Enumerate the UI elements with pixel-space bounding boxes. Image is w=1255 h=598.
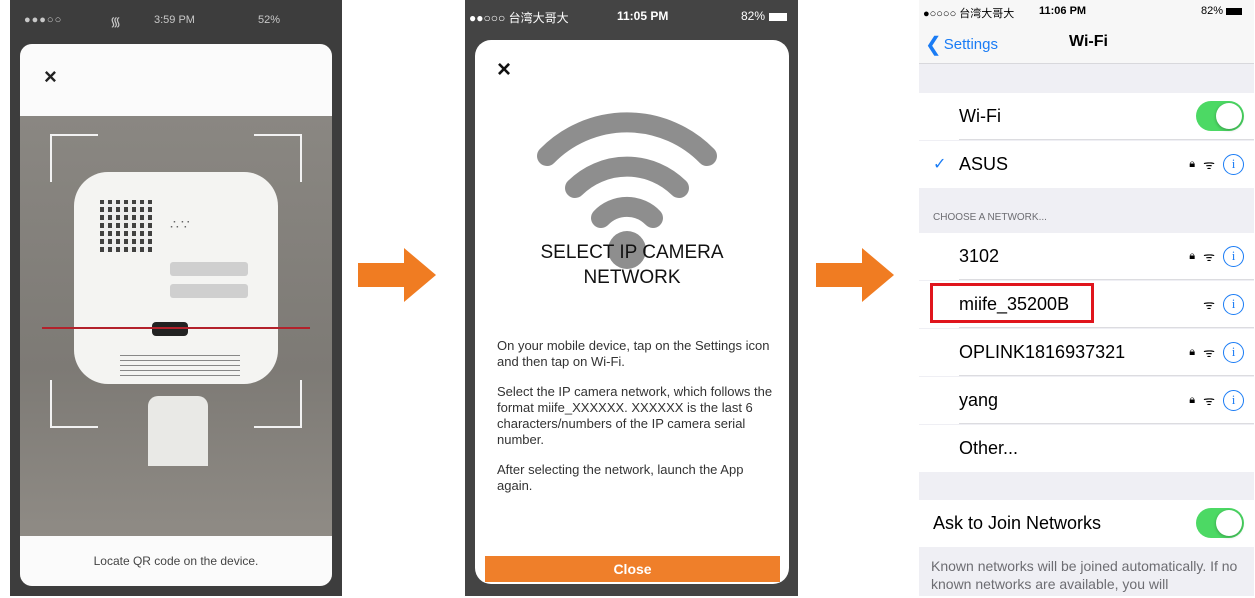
- speaker-holes: ∴∵: [170, 216, 192, 232]
- info-icon[interactable]: i: [1223, 153, 1244, 175]
- battery-icon: [1226, 7, 1243, 15]
- lock-icon: 🔒︎: [1189, 393, 1196, 406]
- back-button[interactable]: ❮ Settings: [925, 32, 998, 57]
- other-network-row[interactable]: Other...: [919, 425, 1254, 472]
- chevron-left-icon: ❮: [925, 34, 942, 56]
- usb-port: [152, 322, 188, 336]
- network-row[interactable]: 3102 🔒︎ ᯤ i: [919, 233, 1254, 280]
- wifi-signal-icon: ᯤ: [1203, 249, 1215, 264]
- scan-header: ×: [20, 44, 332, 116]
- status-carrier: ●●○○○ 台湾大哥大: [469, 11, 569, 25]
- checkmark-icon: ✓: [933, 156, 947, 173]
- camera-device-image: ∴∵: [74, 172, 278, 384]
- status-battery: 82%: [741, 9, 788, 23]
- network-name: ASUS: [959, 154, 1009, 174]
- select-network-screen: ●●○○○ 台湾大哥大 11:05 PM 82% × SELECT IP CAM…: [465, 0, 798, 596]
- info-icon[interactable]: i: [1223, 245, 1244, 267]
- network-row[interactable]: yang 🔒︎ ᯤ i: [919, 377, 1254, 424]
- signal-icon: ●●●○○: [24, 14, 63, 26]
- info-icon[interactable]: i: [1223, 389, 1244, 411]
- wifi-label: Wi-Fi: [959, 106, 1001, 126]
- section-header: CHOOSE A NETWORK...: [933, 212, 1047, 223]
- wifi-toggle[interactable]: [1196, 101, 1244, 131]
- wifi-settings-screen: ●○○○○ 台湾大哥大 11:06 PM 82% ❮ Settings Wi-Fi…: [919, 0, 1254, 596]
- wifi-signal-icon: ᯤ: [1203, 345, 1215, 360]
- frame-corner-bottom-right: [254, 380, 302, 428]
- scan-card: × ∴∵ Locate QR code on the device.: [20, 44, 332, 586]
- connected-network-row[interactable]: ✓ ASUS 🔒︎ ᯤ i: [919, 141, 1254, 188]
- close-icon[interactable]: ×: [44, 64, 57, 90]
- status-battery: 52%: [258, 14, 281, 26]
- qr-scan-screen: ●●●○○ ᯾ 3:59 PM 52% × ∴∵ Locate QR code …: [10, 0, 342, 596]
- instruction-paragraph: After selecting the network, launch the …: [497, 462, 744, 493]
- lock-icon: 🔒︎: [1189, 249, 1196, 262]
- network-name: yang: [959, 390, 999, 410]
- instruction-paragraph: On your mobile device, tap on the Settin…: [497, 338, 770, 369]
- network-name: OPLINK1816937321: [959, 342, 1126, 362]
- device-sticker: [170, 262, 248, 276]
- info-icon[interactable]: i: [1223, 293, 1244, 315]
- ask-to-join-footnote: Known networks will be joined automatica…: [931, 558, 1238, 592]
- status-time: 11:06 PM: [1039, 5, 1087, 17]
- lock-icon: 🔒︎: [1189, 345, 1196, 358]
- scan-hint: Locate QR code on the device.: [20, 536, 332, 586]
- wifi-signal-icon: ᯤ: [1203, 393, 1215, 408]
- status-bar: ●○○○○ 台湾大哥大 11:06 PM 82%: [919, 0, 1254, 22]
- setup-steps: ●●●○○ ᯾ 3:59 PM 52% × ∴∵ Locate QR code …: [0, 0, 1255, 598]
- navigation-bar: ❮ Settings Wi-Fi: [919, 22, 1254, 64]
- instruction-dialog: × SELECT IP CAMERA NETWORK On your mobil…: [475, 40, 789, 584]
- device-fine-print: [120, 354, 240, 376]
- highlight-box: [930, 283, 1094, 323]
- dialog-title: SELECT IP CAMERA NETWORK: [540, 242, 724, 288]
- status-bar: ●●○○○ 台湾大哥大 11:05 PM 82%: [465, 0, 798, 34]
- frame-corner-top-left: [50, 134, 98, 182]
- wifi-status-icon: ᯾: [110, 14, 122, 29]
- frame-corner-bottom-left: [50, 380, 98, 428]
- next-step-arrow-icon: [358, 248, 438, 302]
- lock-icon: 🔒︎: [1189, 157, 1196, 170]
- scan-line: [42, 327, 310, 329]
- network-name: 3102: [959, 246, 1000, 266]
- next-step-arrow-icon: [816, 248, 896, 302]
- instruction-paragraph: Select the IP camera network, which foll…: [497, 384, 773, 447]
- status-carrier: ●○○○○ 台湾大哥大: [923, 8, 1015, 20]
- close-icon[interactable]: ×: [497, 56, 511, 84]
- page-title: Wi-Fi: [1069, 33, 1108, 50]
- status-time: 11:05 PM: [617, 9, 669, 23]
- close-button[interactable]: Close: [485, 556, 780, 582]
- ask-to-join-toggle[interactable]: [1196, 508, 1244, 538]
- status-battery: 82%: [1201, 5, 1243, 17]
- info-icon[interactable]: i: [1223, 341, 1244, 363]
- device-sticker: [170, 284, 248, 298]
- wifi-toggle-row[interactable]: Wi-Fi: [919, 93, 1254, 140]
- status-bar: ●●●○○ ᯾ 3:59 PM 52%: [10, 0, 342, 44]
- status-time: 3:59 PM: [154, 14, 195, 26]
- network-row[interactable]: OPLINK1816937321 🔒︎ ᯤ i: [919, 329, 1254, 376]
- battery-icon: [769, 12, 788, 21]
- ask-to-join-label: Ask to Join Networks: [933, 513, 1102, 533]
- other-network-label: Other...: [959, 438, 1019, 458]
- ask-to-join-row[interactable]: Ask to Join Networks: [919, 500, 1254, 547]
- instructions: On your mobile device, tap on the Settin…: [497, 338, 773, 508]
- wifi-signal-icon: ᯤ: [1203, 157, 1215, 172]
- frame-corner-top-right: [254, 134, 302, 182]
- camera-stand: [148, 396, 208, 466]
- wifi-signal-icon: ᯤ: [1203, 297, 1215, 312]
